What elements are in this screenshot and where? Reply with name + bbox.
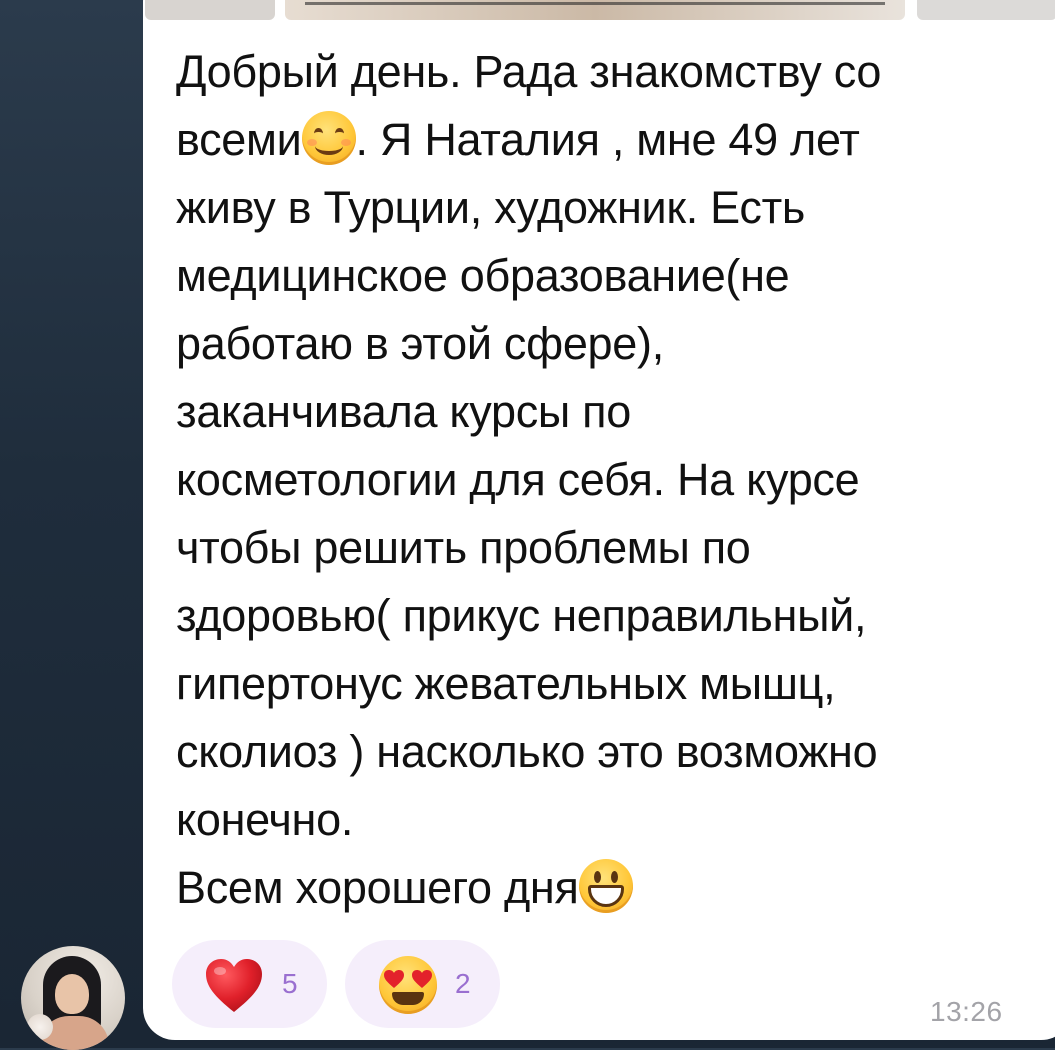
message-line-text: всеми [176, 114, 302, 165]
message-text: Добрый день. Рада знакомству со всеми . Я… [176, 38, 1026, 922]
smiling-face-emoji-icon [301, 111, 356, 165]
message-line: Всем хорошего дня [176, 854, 1026, 922]
message-line: всеми . Я Наталия , мне 49 лет [176, 106, 1026, 174]
reaction-heart-eyes-button[interactable]: 2 [345, 940, 500, 1028]
message-line: здоровью( прикус неправильный, [176, 590, 867, 641]
message-line: конечно. [176, 794, 354, 845]
message-line: сколиоз ) насколько это возможно [176, 726, 878, 777]
reaction-count: 2 [455, 968, 471, 999]
message-line: заканчивала курсы по [176, 386, 631, 437]
message-line: Добрый день. Рада знакомству со [176, 46, 882, 97]
media-thumbnail[interactable] [145, 0, 275, 20]
message-line: гипертонус жевательных мышц, [176, 658, 836, 709]
message-line: косметологии для себя. На курсе [176, 454, 860, 505]
heart-eyes-emoji-icon [379, 956, 437, 1014]
media-thumbnail[interactable] [285, 0, 905, 20]
media-preview-strip[interactable] [145, 0, 1055, 20]
grinning-face-emoji-icon [578, 859, 633, 913]
message-line: чтобы решить проблемы по [176, 522, 751, 573]
sender-avatar[interactable] [21, 946, 125, 1050]
media-thumbnail[interactable] [917, 0, 1055, 20]
media-thumbnail-detail [305, 2, 885, 5]
message-timestamp: 13:26 [930, 996, 1003, 1027]
message-line-text: . Я Наталия , мне 49 лет [355, 114, 860, 165]
message-line: медицинское образование(не [176, 250, 790, 301]
message-line-text: Всем хорошего дня [176, 862, 579, 913]
red-heart-icon [206, 959, 262, 1012]
reaction-count: 5 [282, 968, 298, 999]
reaction-heart-button[interactable]: 5 [172, 940, 327, 1028]
message-line: работаю в этой сфере), [176, 318, 664, 369]
message-line: живу в Турции, художник. Есть [176, 182, 806, 233]
